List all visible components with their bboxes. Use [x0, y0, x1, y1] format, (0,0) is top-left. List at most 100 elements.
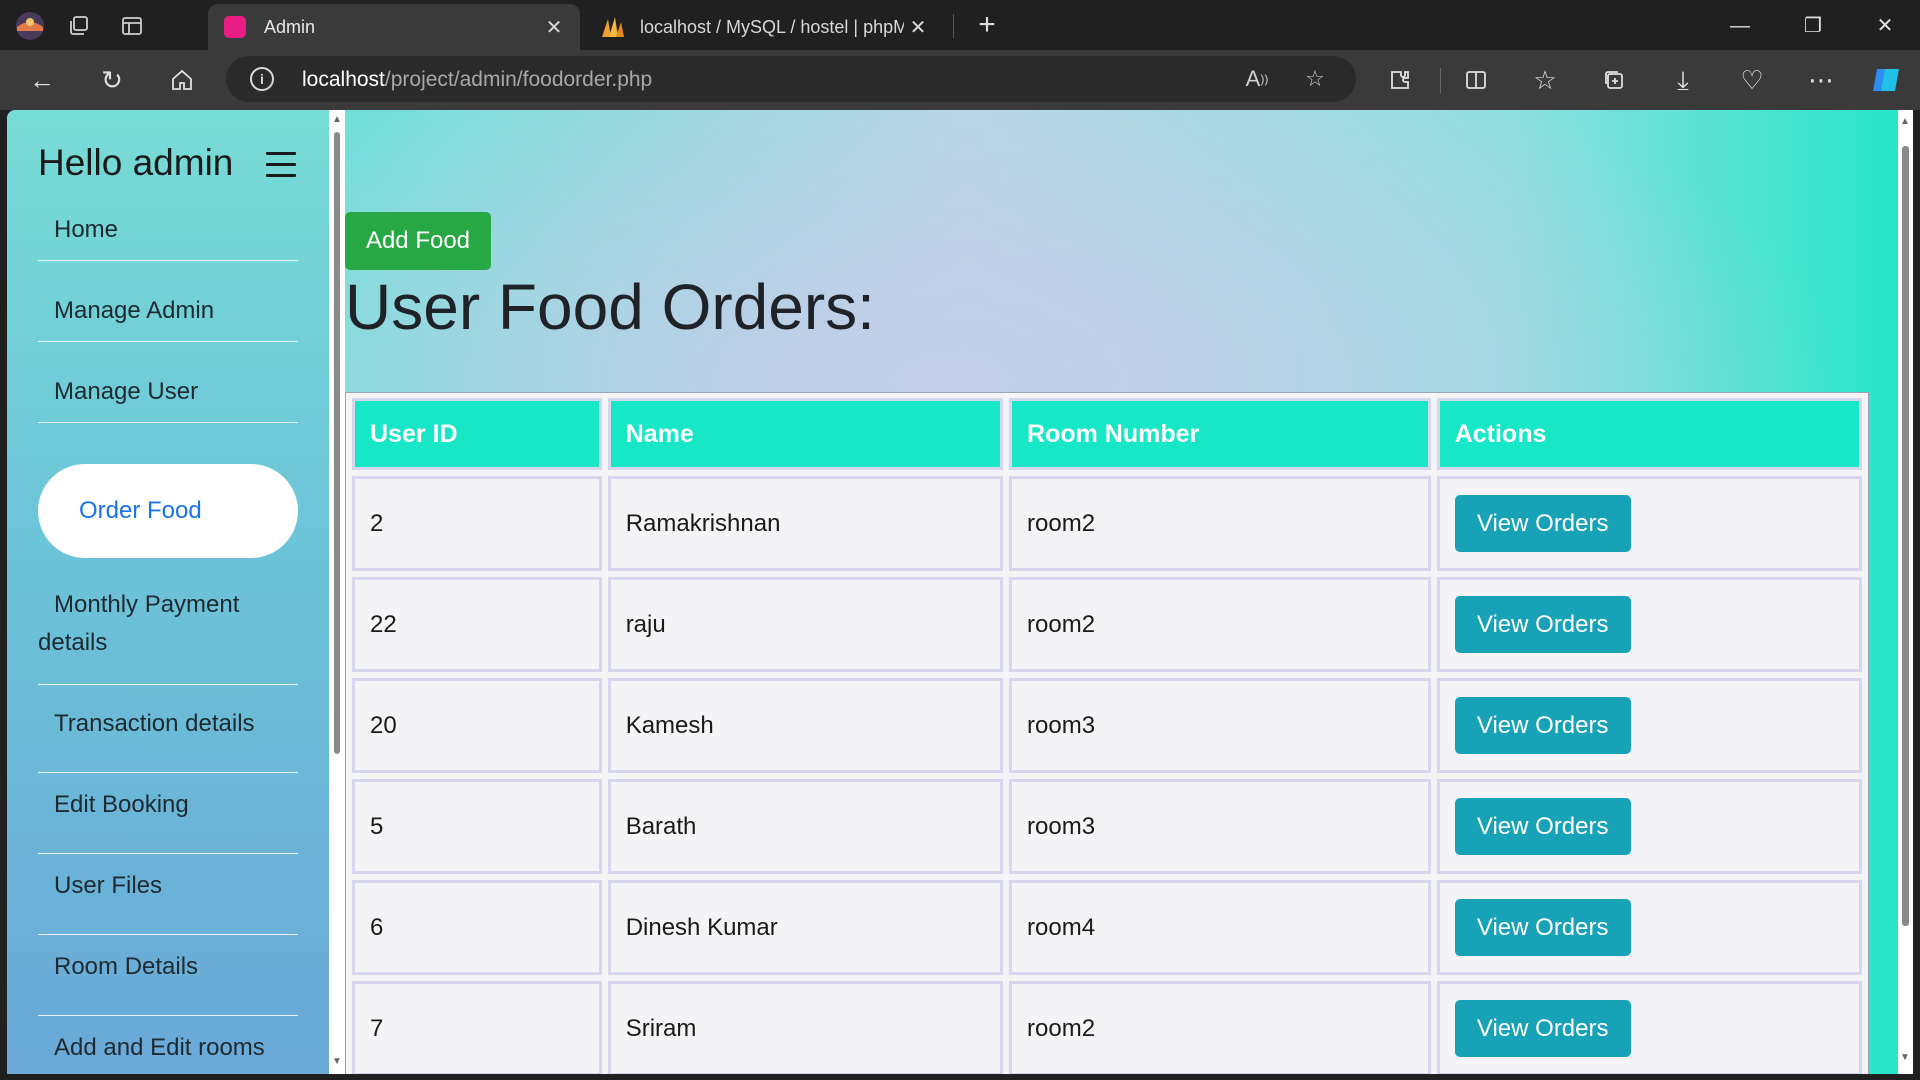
tab-phpmyadmin[interactable]: localhost / MySQL / hostel | phpMyAdmin … — [584, 4, 944, 50]
room-cell: room2 — [1009, 476, 1431, 571]
user-id-cell: 7 — [352, 981, 602, 1074]
profile-avatar-icon[interactable] — [14, 10, 46, 42]
browser-toolbar: ← ↻ i localhost/project/admin/foodorder.… — [0, 50, 1920, 110]
room-cell: room2 — [1009, 981, 1431, 1074]
user-id-cell: 20 — [352, 678, 602, 773]
sidebar-item-monthly-payment[interactable]: Monthly Payment details — [38, 586, 298, 685]
browser-essentials-icon[interactable]: ♡ — [1734, 62, 1770, 98]
view-orders-button[interactable]: View Orders — [1454, 697, 1631, 754]
actions-cell: View Orders — [1436, 880, 1862, 975]
sidebar-item-manage-user[interactable]: Manage User — [38, 350, 298, 423]
read-aloud-icon[interactable]: A)) — [1242, 64, 1272, 94]
close-window-button[interactable]: ✕ — [1855, 6, 1915, 46]
room-cell: room4 — [1009, 880, 1431, 975]
column-header-name: Name — [607, 398, 1004, 470]
favorite-star-icon[interactable]: ☆ — [1300, 64, 1330, 94]
view-orders-button[interactable]: View Orders — [1454, 1000, 1631, 1057]
sidebar-item-label: Transaction details — [54, 710, 255, 737]
restore-button[interactable]: ❐ — [1783, 6, 1843, 46]
sidebar-scrollbar[interactable]: ▲ ▼ — [329, 110, 345, 1074]
close-tab-icon[interactable]: ✕ — [540, 15, 568, 40]
sidebar-item-room-details[interactable]: Room Details — [38, 943, 298, 1016]
column-header-user-id: User ID — [352, 398, 602, 470]
workspaces-icon[interactable] — [63, 10, 95, 42]
view-orders-button[interactable]: View Orders — [1454, 495, 1631, 552]
sidebar-item-edit-booking[interactable]: Edit Booking — [38, 781, 298, 854]
page-viewport: Hello admin Home Manage Admin Manage Use… — [7, 110, 1913, 1074]
table-row: 20 Kamesh room3 View Orders — [352, 678, 1862, 773]
sidebar-item-label: Manage Admin — [54, 297, 215, 324]
wamp-favicon-icon — [224, 16, 246, 38]
actions-cell: View Orders — [1436, 678, 1862, 773]
url-host: localhost — [302, 68, 385, 91]
page-title: User Food Orders: — [345, 271, 875, 343]
split-screen-icon[interactable] — [1458, 62, 1494, 98]
scroll-down-icon[interactable]: ▼ — [332, 1056, 342, 1067]
site-info-icon[interactable]: i — [250, 67, 274, 91]
user-id-cell: 6 — [352, 880, 602, 975]
view-orders-button[interactable]: View Orders — [1454, 899, 1631, 956]
sidebar-item-label: Monthly Payment details — [38, 591, 240, 656]
table-row: 22 raju room2 View Orders — [352, 577, 1862, 672]
downloads-icon[interactable]: ⤓ — [1665, 62, 1701, 98]
sidebar-item-manage-admin[interactable]: Manage Admin — [38, 269, 298, 342]
tab-actions-icon[interactable] — [116, 10, 148, 42]
orders-table: User ID Name Room Number Actions 2 Ramak… — [346, 392, 1868, 1074]
minimize-button[interactable]: — — [1710, 6, 1770, 46]
tab-admin[interactable]: Admin ✕ — [208, 4, 580, 50]
sidebar-item-add-edit-rooms[interactable]: Add and Edit rooms — [38, 1024, 298, 1074]
table-row: 2 Ramakrishnan room2 View Orders — [352, 476, 1862, 571]
orders-table-container: User ID Name Room Number Actions 2 Ramak… — [345, 392, 1869, 1074]
name-cell: Barath — [607, 779, 1004, 874]
collections-icon[interactable] — [1596, 62, 1632, 98]
new-tab-button[interactable]: + — [970, 8, 1004, 42]
sidebar-item-transaction-details[interactable]: Transaction details — [38, 700, 298, 773]
back-icon[interactable]: ← — [24, 62, 60, 98]
name-cell: Ramakrishnan — [607, 476, 1004, 571]
table-row: 7 Sriram room2 View Orders — [352, 981, 1862, 1074]
column-header-actions: Actions — [1436, 398, 1862, 470]
tab-divider — [953, 14, 954, 38]
tab-title: localhost / MySQL / hostel | phpMyAdmin — [640, 16, 904, 37]
copilot-icon[interactable] — [1868, 62, 1904, 98]
toolbar-divider — [1440, 68, 1441, 94]
scroll-up-icon[interactable]: ▲ — [1900, 116, 1910, 127]
table-header-row: User ID Name Room Number Actions — [352, 398, 1862, 470]
sidebar-item-user-files[interactable]: User Files — [38, 862, 298, 935]
url-text[interactable]: localhost/project/admin/foodorder.php — [302, 68, 652, 92]
sidebar: Hello admin Home Manage Admin Manage Use… — [7, 110, 329, 1074]
sidebar-item-label: Home — [54, 216, 119, 243]
scroll-up-icon[interactable]: ▲ — [332, 114, 342, 125]
table-row: 5 Barath room3 View Orders — [352, 779, 1862, 874]
url-path: /project/admin/foodorder.php — [384, 68, 653, 91]
more-options-icon[interactable]: ⋯ — [1803, 62, 1839, 98]
table-row: 6 Dinesh Kumar room4 View Orders — [352, 880, 1862, 975]
hamburger-menu-icon[interactable] — [266, 152, 296, 178]
sidebar-item-label: Room Details — [54, 953, 199, 980]
sidebar-item-label: Edit Booking — [54, 791, 189, 818]
phpmyadmin-favicon-icon — [600, 16, 624, 38]
favorites-icon[interactable]: ☆ — [1527, 62, 1563, 98]
actions-cell: View Orders — [1436, 476, 1862, 571]
home-icon[interactable] — [164, 62, 200, 98]
user-id-cell: 22 — [352, 577, 602, 672]
scroll-down-icon[interactable]: ▼ — [1900, 1052, 1910, 1063]
browser-tab-bar: Admin ✕ localhost / MySQL / hostel | php… — [0, 0, 1920, 50]
refresh-icon[interactable]: ↻ — [94, 62, 130, 98]
view-orders-button[interactable]: View Orders — [1454, 596, 1631, 653]
scrollbar-thumb[interactable] — [334, 132, 340, 754]
close-tab-icon[interactable]: ✕ — [904, 15, 932, 40]
sidebar-item-label: Order Food — [79, 497, 202, 524]
address-bar[interactable]: i localhost/project/admin/foodorder.php … — [226, 56, 1356, 102]
extensions-icon[interactable] — [1382, 62, 1418, 98]
page-scrollbar[interactable]: ▲ ▼ — [1898, 110, 1913, 1074]
scrollbar-thumb[interactable] — [1902, 146, 1909, 926]
view-orders-button[interactable]: View Orders — [1454, 798, 1631, 855]
sidebar-item-order-food[interactable]: Order Food — [38, 464, 298, 558]
main-content: Add Food User Food Orders: User ID Name … — [345, 110, 1898, 1074]
sidebar-item-label: Add and Edit rooms — [54, 1034, 265, 1061]
room-cell: room3 — [1009, 678, 1431, 773]
add-food-button[interactable]: Add Food — [345, 212, 491, 270]
sidebar-item-home[interactable]: Home — [38, 188, 298, 261]
sidebar-item-label: User Files — [54, 872, 163, 899]
